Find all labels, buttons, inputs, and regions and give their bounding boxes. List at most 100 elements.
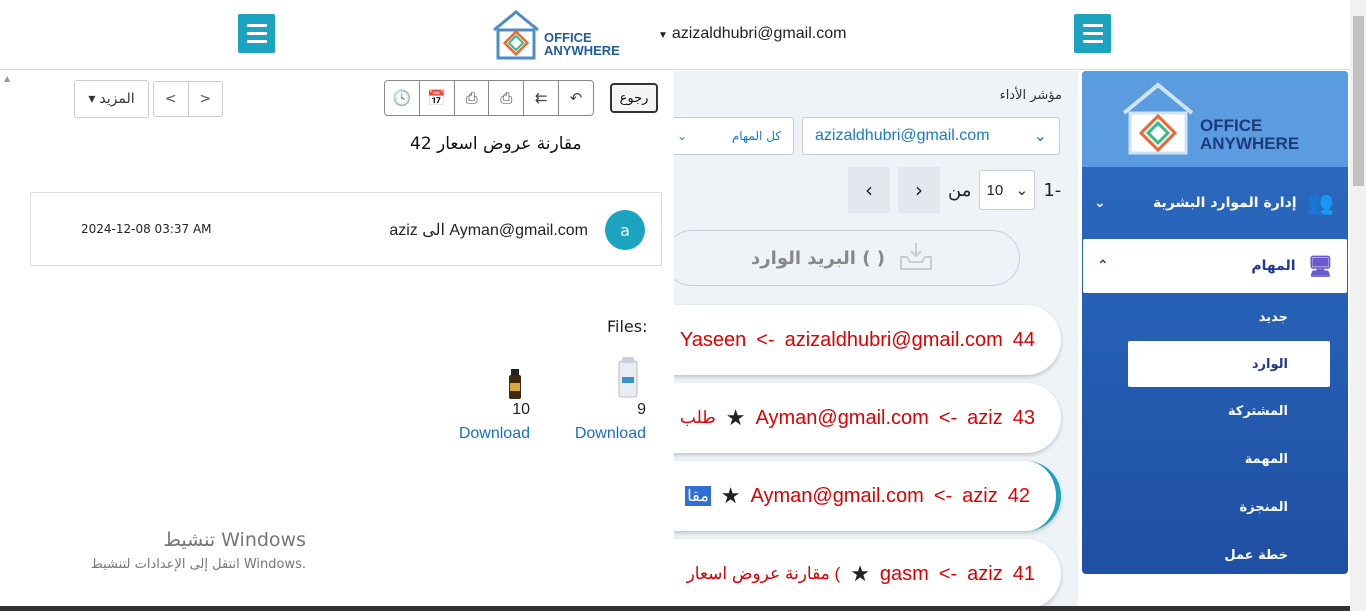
row-arrow: <- (756, 328, 775, 351)
top-bar: OFFICE ANYWHERE ▼ azizaldhubri@gmail.com (0, 0, 1350, 70)
file-number: 9 (637, 401, 646, 418)
row-sender: aziz (967, 562, 1003, 585)
task-row[interactable]: طلب ★ Ayman@gmail.com <- aziz 43 (674, 383, 1061, 453)
row-id: 43 (1012, 406, 1035, 429)
sidebar-toggle-button[interactable] (1074, 14, 1111, 53)
chevron-up-icon: ⌃ (1097, 258, 1109, 274)
chevron-down-icon: ⌄ (1015, 182, 1029, 199)
download-link[interactable]: Download (450, 425, 530, 443)
row-subject: مقا (685, 486, 711, 506)
message-detail-pane: ▲ ▾ المزيد < > 🕓 📅 ⎙ ⎙ ⇇ ↶ رجوع مقارنة عر… (0, 71, 674, 606)
message-date: 2024-12-08 03:37 AM (81, 222, 212, 236)
task-row-selected[interactable]: مقا ★ Ayman@gmail.com <- aziz 42 (674, 461, 1061, 531)
row-recipient: Ayman@gmail.com (750, 484, 924, 507)
email-filter-select[interactable]: azizaldhubri@gmail.com ⌄ (802, 117, 1060, 155)
download-link[interactable]: Download (566, 425, 646, 443)
inbox-label: البريد الوارد ( ) (751, 247, 885, 269)
back-button[interactable]: رجوع (610, 83, 658, 113)
clock-icon[interactable]: 🕓 (385, 81, 419, 115)
sidebar-item-inbox[interactable]: الوارد (1128, 341, 1330, 387)
sidebar: OFFICE ANYWHERE ⌄ إدارة الموارد البشرية … (1082, 71, 1348, 574)
row-arrow: <- (938, 406, 958, 429)
more-label: المزيد (99, 91, 135, 107)
row-id: 42 (1007, 484, 1030, 507)
sidebar-item-tasks[interactable]: ⌃ المهام 🖥 (1083, 239, 1347, 293)
sidebar-logo[interactable]: OFFICE ANYWHERE (1082, 71, 1348, 167)
row-id: 41 (1012, 562, 1035, 585)
calendar-icon[interactable]: 📅 (418, 81, 454, 115)
more-dropdown[interactable]: ▾ المزيد (74, 80, 149, 118)
pager-group: < > (153, 81, 223, 117)
page-size-value: 10 (986, 181, 1004, 199)
watermark-subtitle: انتقل إلى الإعدادات لتنشيط Windows. (90, 557, 306, 572)
message-subject: مقارنة عروض اسعار 42 (410, 134, 582, 154)
prev-page-button[interactable]: ‹ (848, 167, 890, 213)
bottom-edge (0, 606, 1350, 611)
reply-icon[interactable]: ↶ (558, 81, 593, 115)
chevron-down-icon: ⌄ (677, 129, 688, 143)
file-thumbnail[interactable] (566, 357, 646, 399)
caret-down-icon: ▾ (88, 91, 96, 107)
sidebar-item-done[interactable]: المنجزة (1082, 483, 1348, 531)
row-arrow: <- (933, 484, 953, 507)
users-icon: 👥 (1306, 190, 1334, 216)
svg-text:OFFICE: OFFICE (1200, 116, 1262, 135)
user-menu[interactable]: ▼ azizaldhubri@gmail.com (658, 25, 846, 43)
task-list-pane: مؤشر الأداء ⌄ كل المهام azizaldhubri@gmai… (674, 71, 1078, 606)
star-icon[interactable]: ★ (721, 483, 741, 509)
task-row[interactable]: Yaseen <- azizaldhubri@gmail.com 44 (674, 305, 1061, 375)
from-line: aziz الى Ayman@gmail.com (389, 222, 588, 239)
next-button[interactable]: > (187, 82, 223, 116)
scrollbar-thumb[interactable] (1353, 16, 1364, 186)
file-item: 9 Download (566, 357, 646, 443)
svg-text:ANYWHERE: ANYWHERE (1200, 134, 1299, 153)
print-icon[interactable]: ⎙ (453, 81, 489, 115)
menu-toggle-button[interactable] (238, 14, 275, 53)
sidebar-item-new[interactable]: جديد (1082, 293, 1348, 341)
desk-icon: 🖥 (1307, 254, 1333, 278)
row-subject: طلب (679, 408, 716, 427)
file-thumbnail[interactable] (450, 357, 530, 399)
inbox-icon (899, 241, 933, 276)
next-page-button[interactable]: › (898, 167, 940, 213)
row-sender: aziz (967, 406, 1003, 429)
prev-button[interactable]: < (154, 82, 188, 116)
hr-label: إدارة الموارد البشرية (1153, 195, 1297, 211)
sidebar-item-shared[interactable]: المشتركة (1082, 387, 1348, 435)
page-size-select[interactable]: 10 ⌄ (979, 170, 1036, 210)
print-alt-icon[interactable]: ⎙ (488, 81, 523, 115)
row-recipient: Ayman@gmail.com (755, 406, 929, 429)
row-sender: azizaldhubri@gmail.com (784, 328, 1003, 351)
performance-indicator-link[interactable]: مؤشر الأداء (1000, 88, 1062, 103)
range-label: 1- (1043, 179, 1062, 201)
page-scrollbar[interactable] (1350, 0, 1366, 611)
message-header: a aziz الى Ayman@gmail.com 2024-12-08 03… (30, 192, 662, 266)
logo[interactable]: OFFICE ANYWHERE (490, 8, 620, 62)
row-recipient: gasm (879, 562, 929, 585)
svg-text:ANYWHERE: ANYWHERE (544, 43, 620, 58)
sidebar-item-workplan[interactable]: خطة عمل (1082, 531, 1348, 574)
row-id: 44 (1012, 328, 1035, 351)
sidebar-item-task[interactable]: المهمة (1082, 435, 1348, 483)
reply-all-icon[interactable]: ⇇ (523, 81, 558, 115)
file-number: 10 (512, 401, 530, 418)
all-tasks-label: كل المهام (731, 129, 781, 143)
sidebar-item-hr[interactable]: ⌄ إدارة الموارد البشرية 👥 (1082, 167, 1348, 239)
scrollbar[interactable]: ▲ (0, 71, 17, 606)
row-sender: aziz (962, 484, 998, 507)
user-email: azizaldhubri@gmail.com (671, 25, 847, 42)
file-item: 10 Download (450, 357, 530, 443)
chevron-down-icon: ⌄ (1033, 128, 1047, 145)
task-row[interactable]: مقارنة عروض اسعار ( ★ gasm <- aziz 41 (674, 539, 1061, 606)
avatar: a (605, 210, 645, 250)
inbox-header[interactable]: البريد الوارد ( ) (674, 230, 1020, 286)
watermark-title: تنشيط Windows (163, 529, 306, 551)
star-icon[interactable]: ★ (726, 405, 746, 431)
windows-activation-watermark: تنشيط Windows انتقل إلى الإعدادات لتنشيط… (66, 529, 306, 572)
all-tasks-select[interactable]: ⌄ كل المهام (674, 117, 794, 155)
tasks-label: المهام (1251, 258, 1296, 274)
toolbar: 🕓 📅 ⎙ ⎙ ⇇ ↶ (384, 80, 594, 116)
tasks-submenu: جديد الوارد المشتركة المهمة المنجزة خطة … (1082, 293, 1348, 574)
star-icon[interactable]: ★ (850, 561, 870, 587)
caret-down-icon: ▼ (658, 30, 668, 41)
